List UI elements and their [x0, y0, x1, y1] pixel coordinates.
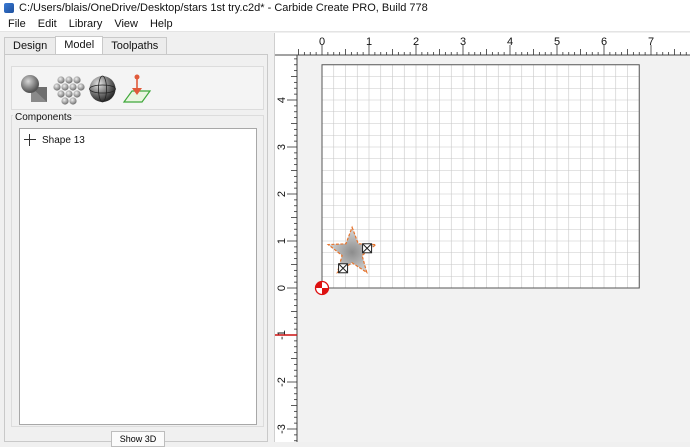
app-icon — [4, 3, 14, 13]
ruler-label-y: -2 — [276, 377, 288, 387]
menu-bar: File Edit Library View Help — [0, 16, 690, 32]
ruler-label-x: 7 — [648, 36, 654, 48]
window-title: C:/Users/blais/OneDrive/Desktop/stars 1s… — [19, 2, 428, 14]
ruler-label-x: 4 — [507, 36, 513, 48]
model-toolbar — [11, 66, 264, 110]
tab-toolpaths[interactable]: Toolpaths — [102, 37, 168, 55]
grid — [321, 64, 640, 289]
ruler-label-y: -3 — [276, 424, 288, 434]
ruler-label-y: 0 — [276, 285, 288, 291]
ruler-label-y: 2 — [276, 191, 288, 197]
plus-icon[interactable] — [24, 134, 36, 146]
menu-edit[interactable]: Edit — [32, 18, 63, 30]
ruler-label-x: 1 — [366, 36, 372, 48]
tab-design[interactable]: Design — [4, 37, 57, 55]
list-item[interactable]: Shape 13 — [24, 134, 85, 146]
ruler-label-x: 6 — [601, 36, 607, 48]
ruler-label-x: 0 — [319, 36, 325, 48]
ruler-label-y: 1 — [276, 238, 288, 244]
import-model-icon[interactable] — [120, 72, 153, 105]
title-bar: C:/Users/blais/OneDrive/Desktop/stars 1s… — [0, 0, 690, 16]
origin-icon — [314, 280, 330, 296]
ruler-label-x: 2 — [413, 36, 419, 48]
menu-file[interactable]: File — [2, 18, 32, 30]
canvas-svg[interactable]: 0 1 2 3 4 5 6 7 4 3 2 1 0 -1 -2 -3 — [275, 33, 690, 442]
ruler-label-y: 3 — [276, 144, 288, 150]
component-label: Shape 13 — [42, 134, 85, 146]
menu-view[interactable]: View — [108, 18, 144, 30]
add-shape-icon[interactable] — [18, 72, 51, 105]
tab-model[interactable]: Model — [55, 36, 104, 56]
design-canvas[interactable]: 0 1 2 3 4 5 6 7 4 3 2 1 0 -1 -2 -3 — [274, 33, 690, 442]
components-list: Shape 13 — [19, 128, 257, 425]
show-3d-button[interactable]: Show 3D — [111, 431, 165, 447]
ruler-label-y: 4 — [276, 97, 288, 103]
origin-quadrant — [322, 288, 329, 295]
origin-quadrant — [315, 281, 322, 288]
ruler-label-x: 5 — [554, 36, 560, 48]
ruler-label-x: 3 — [460, 36, 466, 48]
stock-area — [322, 64, 640, 288]
components-label: Components — [13, 112, 74, 123]
tab-bar: Design Model Toolpaths — [4, 36, 168, 56]
menu-library[interactable]: Library — [63, 18, 109, 30]
sphere-icon[interactable] — [86, 72, 119, 105]
model-tab-page: Components Shape 13 Show 3D — [4, 54, 268, 447]
left-panel: Design Model Toolpaths Components Shape … — [0, 33, 270, 447]
menu-help[interactable]: Help — [144, 18, 179, 30]
texture-pattern-icon[interactable] — [52, 72, 85, 105]
